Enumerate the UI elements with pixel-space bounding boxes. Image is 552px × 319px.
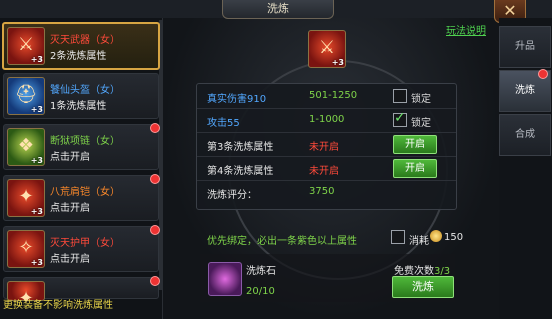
equipment-item[interactable]: ✧ +3 灭天护甲（女） 点击开启 xyxy=(3,225,160,272)
notification-dot xyxy=(150,225,160,235)
equipment-name: 断狱项链（女） xyxy=(50,136,120,147)
stat-label: 攻击55 xyxy=(207,118,240,129)
equipment-status: 点击开启 xyxy=(50,203,90,214)
tab-upgrade[interactable]: 升品 xyxy=(499,26,551,68)
equipment-status: 点击开启 xyxy=(50,254,90,265)
stat-row: 真实伤害910 501-1250 锁定 xyxy=(197,84,456,109)
equipment-name: 灭天护甲（女） xyxy=(50,238,120,249)
enhance-level: +3 xyxy=(30,207,43,216)
lock-label: 锁定 xyxy=(411,94,431,105)
equipment-icon-slot: ⚔ +3 xyxy=(7,27,45,65)
equipment-status: 点击开启 xyxy=(50,152,90,163)
score-label: 洗炼评分： xyxy=(207,190,257,201)
stat-value: 未开启 xyxy=(309,166,339,177)
open-slot-button[interactable]: 开启 xyxy=(393,159,437,178)
consume-checkbox[interactable] xyxy=(391,230,405,244)
consume-cost: 150 xyxy=(444,232,464,243)
current-item-slot[interactable]: ⚔ +3 xyxy=(308,30,346,68)
equipment-icon-slot: ✧ +3 xyxy=(7,230,45,268)
score-row: 洗炼评分： 3750 xyxy=(197,180,456,204)
equipment-name: 八荒肩铠（女） xyxy=(50,187,120,198)
refine-button[interactable]: 洗炼 xyxy=(392,276,454,298)
lock-label: 锁定 xyxy=(411,118,431,129)
stat-row: 第4条洗炼属性 未开启 开启 xyxy=(197,156,456,181)
notification-dot xyxy=(150,276,160,286)
stat-label: 第3条洗炼属性 xyxy=(207,142,274,153)
enhance-level: +3 xyxy=(30,105,43,114)
stat-label: 第4条洗炼属性 xyxy=(207,166,274,177)
stat-value: 未开启 xyxy=(309,142,339,153)
equipment-icon-slot: ❖ +3 xyxy=(7,128,45,166)
equipment-icon-slot: ⛑ +3 xyxy=(7,77,45,115)
equipment-item[interactable]: ⛑ +3 饕仙头盔（女） 1条洗炼属性 xyxy=(3,73,159,119)
equipment-item[interactable]: ❖ +3 断狱项链（女） 点击开启 xyxy=(3,123,160,170)
equipment-status: 1条洗炼属性 xyxy=(50,101,107,112)
consume-label: 消耗 xyxy=(409,236,429,247)
stat-label: 真实伤害910 xyxy=(207,94,267,105)
tab-compose[interactable]: 合成 xyxy=(499,114,551,156)
footer-note: 更换装备不影响洗炼属性 xyxy=(3,300,113,311)
stats-panel: 真实伤害910 501-1250 锁定 攻击55 1-1000 锁定 第3条洗炼… xyxy=(196,83,457,210)
equipment-item[interactable]: ⚔ +3 灭天武器（女） 2条洗炼属性 xyxy=(2,22,160,70)
stat-value: 1-1000 xyxy=(309,114,345,125)
notification-dot xyxy=(150,174,160,184)
right-tabs: 升品 洗炼 合成 xyxy=(499,18,552,319)
free-times-label: 免费次数3/3 xyxy=(394,262,450,277)
stone-count: 20/10 xyxy=(246,286,275,297)
stat-row: 攻击55 1-1000 锁定 xyxy=(197,108,456,133)
tab-refine-label: 洗炼 xyxy=(515,85,535,96)
tab-refine[interactable]: 洗炼 xyxy=(499,69,551,112)
equipment-name: 灭天武器（女） xyxy=(50,35,120,46)
equipment-status: 2条洗炼属性 xyxy=(50,51,107,62)
notification-dot xyxy=(538,69,548,79)
lock-checkbox[interactable] xyxy=(393,89,407,103)
equipment-item[interactable]: ✦ +3 八荒肩铠（女） 点击开启 xyxy=(3,174,160,221)
open-slot-button[interactable]: 开启 xyxy=(393,135,437,154)
lock-checkbox[interactable] xyxy=(393,110,407,127)
enhance-level: +3 xyxy=(331,58,344,67)
priority-note: 优先绑定，必出一条紫色以上属性 xyxy=(207,236,357,247)
enhance-level: +3 xyxy=(30,55,43,64)
window-title: 洗炼 xyxy=(222,0,334,19)
enhance-level: +3 xyxy=(30,258,43,267)
gold-icon xyxy=(430,230,442,242)
stone-name: 洗炼石 xyxy=(246,266,276,277)
equipment-icon-slot: ✦ +3 xyxy=(7,179,45,217)
stat-value: 501-1250 xyxy=(309,90,358,101)
enhance-level: +3 xyxy=(30,156,43,165)
stat-row: 第3条洗炼属性 未开启 开启 xyxy=(197,132,456,157)
refine-stone-icon[interactable] xyxy=(208,262,242,296)
score-value: 3750 xyxy=(309,186,335,197)
help-link[interactable]: 玩法说明 xyxy=(446,22,486,37)
notification-dot xyxy=(150,123,160,133)
equipment-name: 饕仙头盔（女） xyxy=(50,85,120,96)
